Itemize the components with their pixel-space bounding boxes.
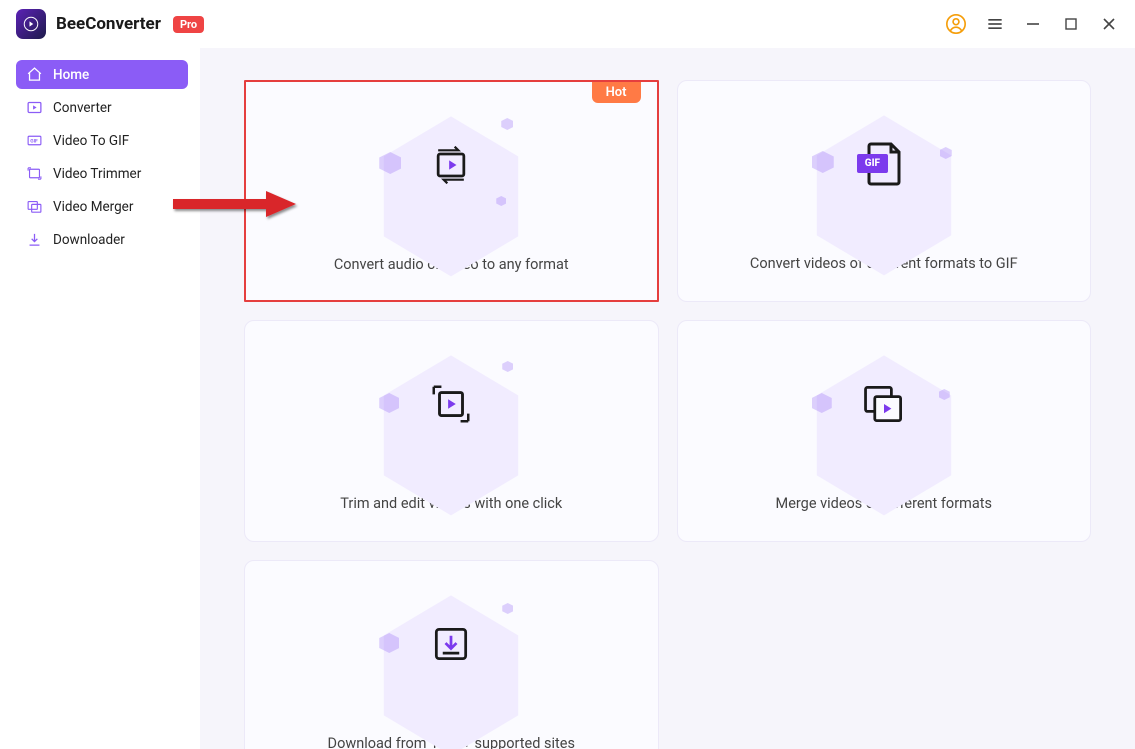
downloader-card-icon <box>371 589 531 699</box>
card-video-to-gif[interactable]: GIF Video to GIF Convert videos of diffe… <box>677 80 1092 302</box>
converter-icon <box>26 99 43 116</box>
gif-icon: GIF <box>26 132 43 149</box>
merger-icon <box>26 198 43 215</box>
card-converter[interactable]: Hot Converter Convert audio or video to … <box>244 80 659 302</box>
sidebar-item-video-merger[interactable]: Video Merger <box>16 192 188 221</box>
svg-text:GIF: GIF <box>30 139 38 145</box>
sidebar-item-video-trimmer[interactable]: Video Trimmer <box>16 159 188 188</box>
sidebar-item-label: Video Trimmer <box>53 166 141 182</box>
user-icon[interactable] <box>945 13 967 35</box>
close-button[interactable] <box>1099 14 1119 34</box>
sidebar-item-video-to-gif[interactable]: GIF Video To GIF <box>16 126 188 155</box>
sidebar-item-label: Converter <box>53 100 112 116</box>
app-title: BeeConverter <box>56 14 161 34</box>
minimize-button[interactable] <box>1023 14 1043 34</box>
sidebar-item-label: Video Merger <box>53 199 133 215</box>
home-icon <box>26 66 43 83</box>
sidebar-item-label: Video To GIF <box>53 133 129 149</box>
trimmer-icon <box>26 165 43 182</box>
content-area: Hot Converter Convert audio or video to … <box>200 48 1135 749</box>
trimmer-card-icon <box>371 349 531 459</box>
hamburger-icon[interactable] <box>985 14 1005 34</box>
converter-card-icon <box>371 110 531 220</box>
sidebar-item-converter[interactable]: Converter <box>16 93 188 122</box>
card-downloader[interactable]: Downloader Download from 1000+ supported… <box>244 560 659 749</box>
merger-card-icon <box>804 349 964 459</box>
card-video-merger[interactable]: Video Merger Merge videos of different f… <box>677 320 1092 542</box>
sidebar-item-label: Home <box>53 67 89 83</box>
download-icon <box>26 231 43 248</box>
app-logo <box>16 9 46 39</box>
maximize-button[interactable] <box>1061 14 1081 34</box>
sidebar-item-home[interactable]: Home <box>16 60 188 89</box>
sidebar-item-label: Downloader <box>53 232 125 248</box>
pro-badge: Pro <box>173 16 204 33</box>
titlebar: BeeConverter Pro <box>0 0 1135 48</box>
sidebar-item-downloader[interactable]: Downloader <box>16 225 188 254</box>
gif-card-icon: GIF <box>804 109 964 219</box>
hot-badge: Hot <box>592 82 641 103</box>
sidebar: Home Converter GIF Video To GIF Video Tr… <box>0 48 200 749</box>
card-video-trimmer[interactable]: Video Trimmer Trim and edit videos with … <box>244 320 659 542</box>
